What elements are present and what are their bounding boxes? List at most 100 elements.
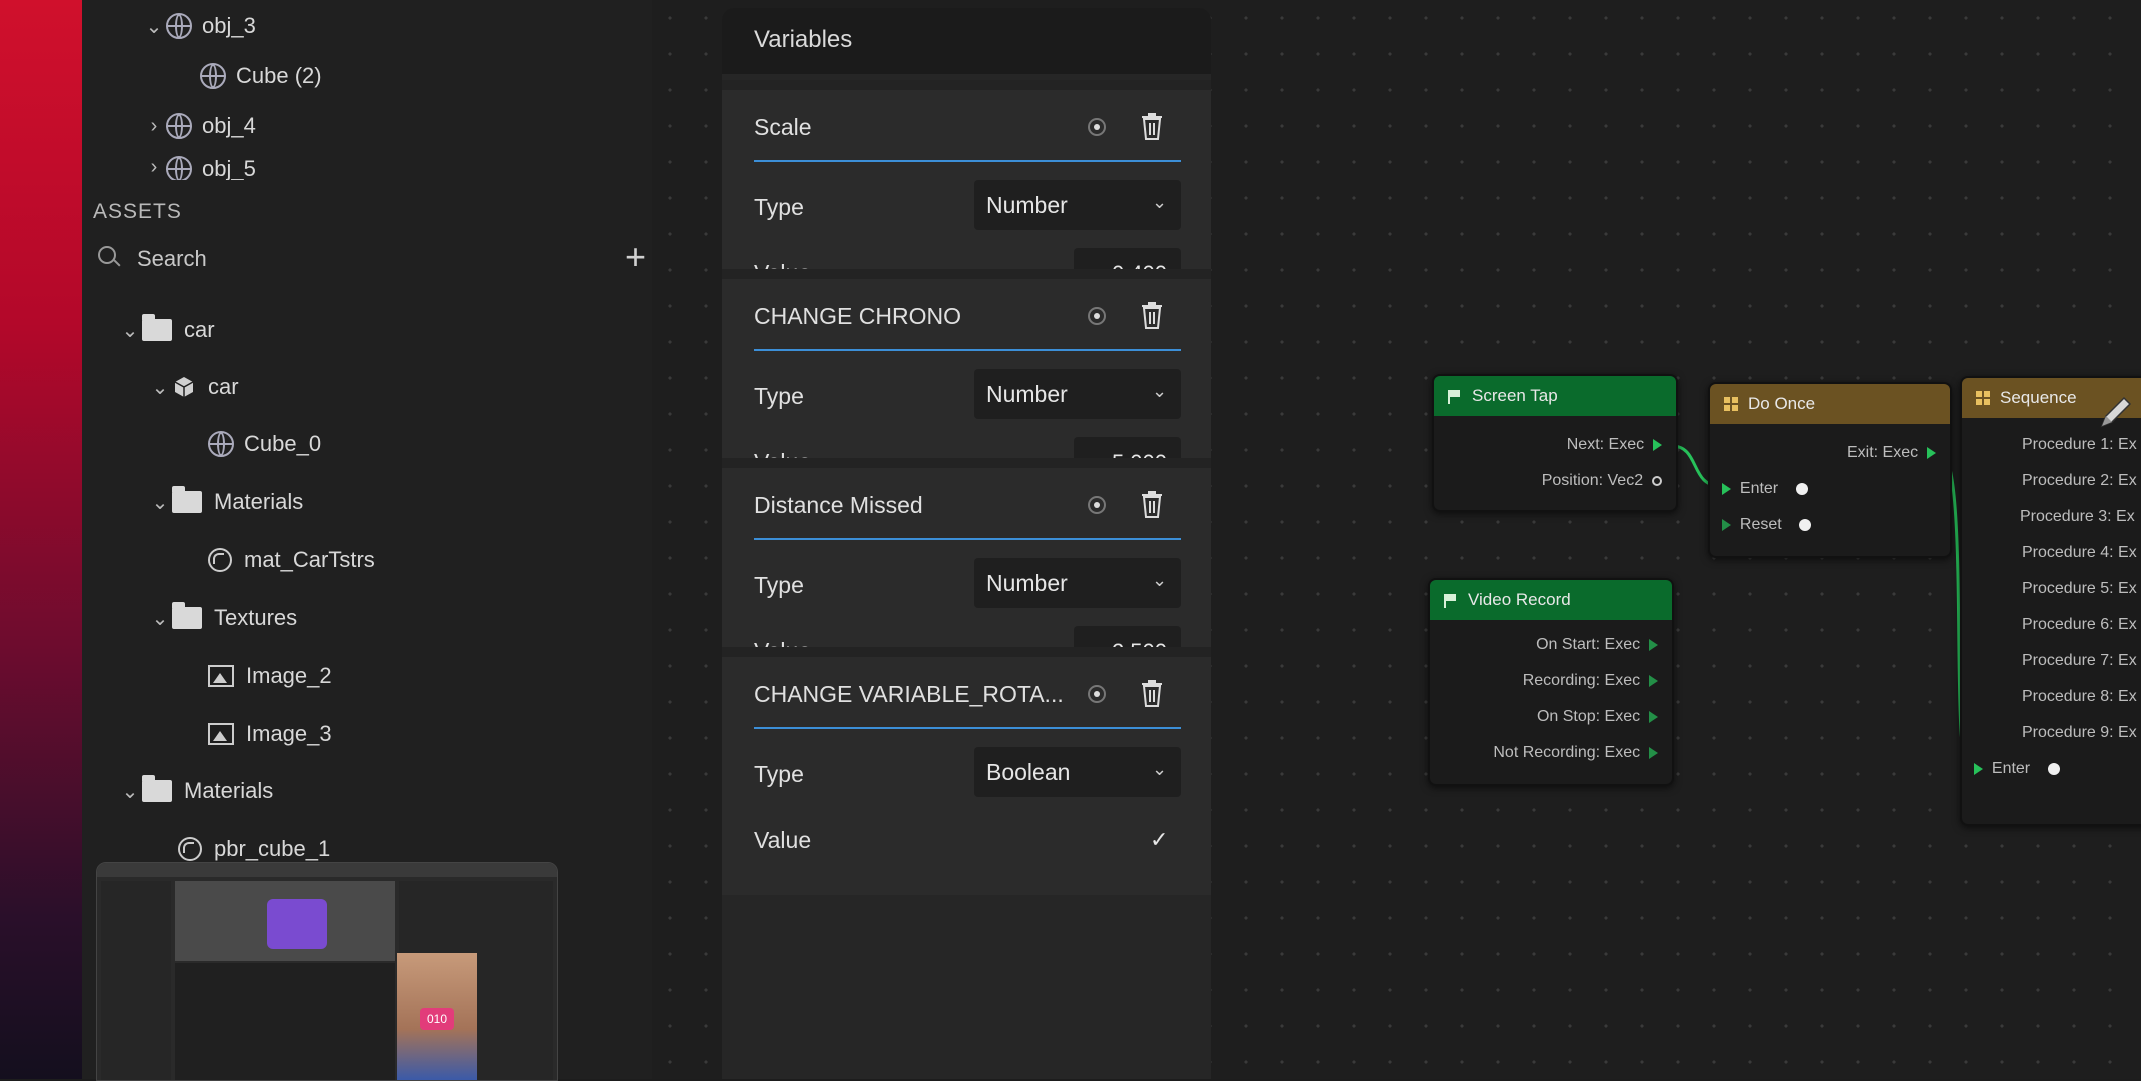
asset-image2[interactable]: Image_2 <box>208 656 332 696</box>
port-label: On Stop: Exec <box>1536 708 1641 725</box>
asset-folder-textures[interactable]: ⌄ Textures <box>148 598 297 638</box>
port-label: On Start: Exec <box>1536 636 1641 653</box>
asset-image3[interactable]: Image_3 <box>208 714 332 754</box>
node-header[interactable]: Screen Tap <box>1434 376 1676 416</box>
node-port-out[interactable]: Next: Exec <box>1567 436 1662 454</box>
chevron-down-icon[interactable]: ⌄ <box>118 318 142 343</box>
assets-search-input[interactable]: Search <box>137 246 207 272</box>
value-checkbox[interactable]: ✓ <box>1150 827 1168 853</box>
trash-icon[interactable] <box>1140 301 1164 329</box>
node-port-out[interactable]: On Stop: Exec <box>1537 708 1658 726</box>
node-port-out[interactable]: Procedure 4: Ex <box>2022 544 2137 562</box>
exec-port-icon[interactable] <box>1722 482 1731 495</box>
scene-item-obj5[interactable]: › obj_5 ✓ <box>142 156 256 180</box>
exec-port-icon[interactable] <box>1649 710 1658 723</box>
globe-icon <box>166 13 192 39</box>
asset-label: mat_CarTstrs <box>244 547 375 572</box>
chevron-right-icon[interactable]: › <box>142 156 166 179</box>
exec-port-icon[interactable] <box>1649 638 1658 651</box>
value-port-icon[interactable] <box>1652 475 1662 486</box>
type-select[interactable]: Number ⌄ <box>974 558 1181 608</box>
chevron-down-icon[interactable]: ⌄ <box>148 375 172 400</box>
material-icon <box>178 837 202 861</box>
chevron-down-icon[interactable]: ⌄ <box>118 779 142 804</box>
screen-preview-thumbnail[interactable]: 010 <box>96 862 558 1081</box>
node-header[interactable]: Video Record <box>1430 580 1672 620</box>
node-video-record[interactable]: Video Record On Start: Exec Recording: E… <box>1428 578 1674 786</box>
node-port-out[interactable]: Procedure 1: Ex <box>2022 436 2137 454</box>
value-port-icon[interactable] <box>1799 518 1812 531</box>
radio-icon[interactable] <box>1088 307 1106 325</box>
exec-port-icon[interactable] <box>1649 746 1658 759</box>
scene-item-label: obj_5 <box>202 156 256 180</box>
node-port-out[interactable]: Not Recording: Exec <box>1493 744 1658 762</box>
node-port-out[interactable]: On Start: Exec <box>1536 636 1658 654</box>
grid-icon <box>1976 391 1990 405</box>
node-port-out[interactable]: Recording: Exec <box>1523 672 1658 690</box>
exec-port-icon[interactable] <box>1722 518 1731 531</box>
node-port-out[interactable]: Procedure 7: Ex <box>2022 652 2137 670</box>
node-port-in[interactable]: Enter <box>1974 760 2060 778</box>
node-title: Screen Tap <box>1472 386 1558 405</box>
node-port-out[interactable]: Procedure 9: Ex <box>2022 724 2137 742</box>
chevron-down-icon[interactable]: ⌄ <box>142 14 166 39</box>
radio-icon[interactable] <box>1088 496 1106 514</box>
asset-mesh-cube0[interactable]: Cube_0 <box>208 424 321 464</box>
asset-folder-car[interactable]: ⌄ car <box>118 310 215 350</box>
node-port-out[interactable]: Procedure 6: Ex <box>2022 616 2137 634</box>
node-port-in[interactable]: Reset <box>1722 516 1812 534</box>
folder-icon <box>142 314 172 341</box>
chevron-down-icon[interactable]: ⌄ <box>148 606 172 631</box>
type-select[interactable]: Boolean ⌄ <box>974 747 1181 797</box>
node-do-once[interactable]: Do Once Exit: Exec Enter Reset <box>1708 382 1952 558</box>
trash-icon[interactable] <box>1140 490 1164 518</box>
scene-item-label: Cube (2) <box>236 63 322 88</box>
node-port-out[interactable]: Procedure 3: Ex <box>2020 508 2135 526</box>
scene-item-cube2[interactable]: Cube (2) ✓ <box>200 56 697 96</box>
flag-icon <box>1444 594 1458 608</box>
value-port-icon[interactable] <box>2047 762 2060 775</box>
thumbnail-graph <box>175 963 395 1080</box>
radio-icon[interactable] <box>1088 118 1106 136</box>
exec-port-icon[interactable] <box>1974 762 1983 775</box>
chevron-right-icon[interactable]: › <box>142 115 166 138</box>
trash-icon[interactable] <box>1140 112 1164 140</box>
node-title: Do Once <box>1748 394 1816 413</box>
node-screen-tap[interactable]: Screen Tap Next: Exec Position: Vec2 <box>1432 374 1678 512</box>
variable-name[interactable]: Scale <box>754 114 812 141</box>
exec-port-icon[interactable] <box>1927 446 1936 459</box>
globe-icon <box>166 156 192 180</box>
node-port-out[interactable]: Procedure 2: Ex <box>2022 472 2137 490</box>
node-port-out[interactable]: Procedure 5: Ex <box>2022 580 2137 598</box>
node-sequence[interactable]: Sequence Procedure 1: Ex Procedure 2: Ex… <box>1960 376 2141 826</box>
node-port-out[interactable]: Position: Vec2 <box>1542 472 1662 490</box>
asset-object-car[interactable]: ⌄ car <box>148 367 239 407</box>
node-header[interactable]: Do Once <box>1710 384 1950 424</box>
exec-port-icon[interactable] <box>1649 674 1658 687</box>
scene-item-obj3[interactable]: ⌄ obj_3 ✓ <box>142 6 697 46</box>
value-port-icon[interactable] <box>1795 482 1808 495</box>
variable-name[interactable]: CHANGE VARIABLE_ROTA... <box>754 681 1064 708</box>
asset-folder-materials[interactable]: ⌄ Materials <box>148 482 303 522</box>
add-asset-button[interactable]: + <box>625 239 646 275</box>
asset-material-cartstrs[interactable]: mat_CarTstrs <box>208 540 375 580</box>
trash-icon[interactable] <box>1140 679 1164 707</box>
scene-item-obj4[interactable]: › obj_4 ✓ <box>142 106 697 146</box>
type-select[interactable]: Number ⌄ <box>974 369 1181 419</box>
asset-label: Image_3 <box>246 721 332 746</box>
type-label: Type <box>754 383 804 409</box>
port-label: Enter <box>1739 480 1779 497</box>
exec-port-icon[interactable] <box>1653 438 1662 451</box>
chevron-down-icon[interactable]: ⌄ <box>148 490 172 515</box>
asset-folder-materials-root[interactable]: ⌄ Materials <box>118 771 273 811</box>
variable-card: CHANGE VARIABLE_ROTA... Type Boolean ⌄ V… <box>722 647 1211 895</box>
node-port-in[interactable]: Enter <box>1722 480 1808 498</box>
variable-name[interactable]: CHANGE CHRONO <box>754 303 961 330</box>
radio-icon[interactable] <box>1088 685 1106 703</box>
variable-name[interactable]: Distance Missed <box>754 492 923 519</box>
type-select[interactable]: Number ⌄ <box>974 180 1181 230</box>
node-title: Video Record <box>1468 590 1571 609</box>
node-port-out[interactable]: Procedure 8: Ex <box>2022 688 2137 706</box>
node-port-out[interactable]: Exit: Exec <box>1847 444 1936 462</box>
name-underline <box>754 160 1181 162</box>
